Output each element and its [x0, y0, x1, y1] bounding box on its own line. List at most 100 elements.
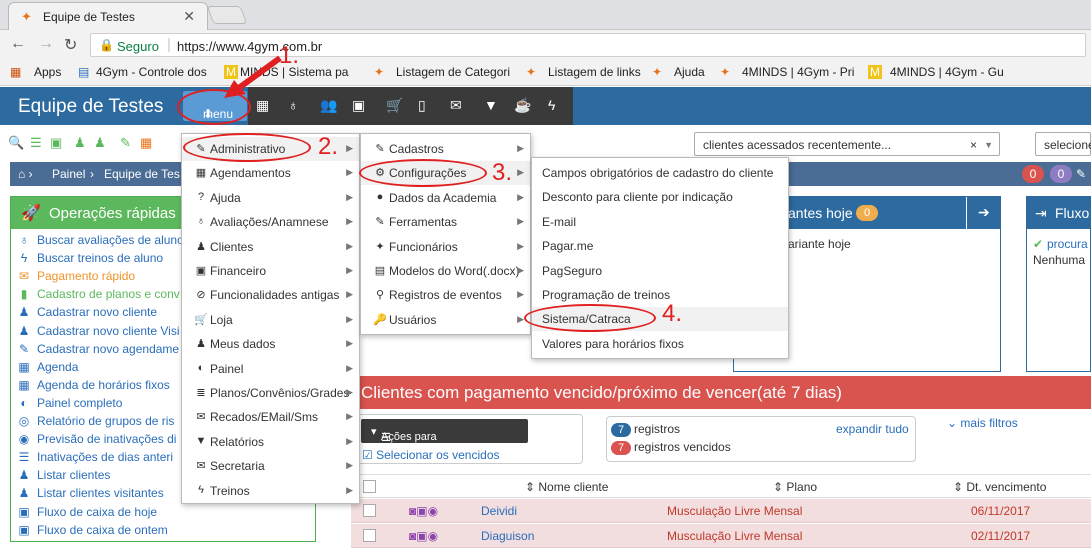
quick-op-buscar-avaliacoes-de-aluno[interactable]: ♁ Buscar avaliações de aluno — [15, 233, 184, 247]
status-badge[interactable]: 0 — [1050, 165, 1072, 183]
breadcrumb-item[interactable]: Painel — [52, 167, 85, 181]
menu-item-clientes[interactable]: ♟ Clientes ▶ — [182, 235, 359, 259]
menu-item-valores-para-horarios-fixos[interactable]: Valores para horários fixos — [532, 332, 788, 356]
menu-item-planos-convenios-grades[interactable]: ≣ Planos/Convênios/Grades ▶ — [182, 381, 359, 405]
actions-button[interactable]: ☰ Ações para selecionados ▾ — [361, 419, 528, 455]
menu-item-pagseguro[interactable]: PagSeguro — [532, 259, 788, 283]
file-icon[interactable]: ▯ — [418, 97, 426, 114]
menu-item-relatorios[interactable]: ▼ Relatórios ▶ — [182, 430, 359, 454]
more-filters-link[interactable]: ⌄ mais filtros — [947, 416, 1018, 430]
menu-item-secretaria[interactable]: ✉ Secretaria ▶ — [182, 454, 359, 478]
search-icon[interactable]: 🔍 — [8, 135, 24, 151]
bolt-icon[interactable]: ϟ — [548, 97, 555, 113]
quick-op-pagamento-rapido[interactable]: ✉ Pagamento rápido — [15, 269, 135, 283]
menu-item-ferramentas[interactable]: ✎ Ferramentas ▶ — [361, 210, 530, 234]
camera-icon[interactable]: ◙▣◉ — [409, 504, 438, 518]
pencil-icon[interactable]: ✎ — [120, 135, 131, 151]
quick-op-cadastrar-novo-cliente-visi[interactable]: ♟ Cadastrar novo cliente Visi — [15, 324, 180, 338]
select-all-checkbox[interactable] — [363, 480, 376, 493]
quick-op-cadastrar-novo-agendame[interactable]: ✎ Cadastrar novo agendame — [15, 342, 179, 356]
new-tab-button[interactable] — [206, 6, 248, 24]
forward-icon[interactable]: → — [38, 35, 54, 53]
menu-item-meus-dados[interactable]: ♟ Meus dados ▶ — [182, 332, 359, 356]
status-badge[interactable]: 0 — [1022, 165, 1044, 183]
quick-op-fluxo-de-caixa-de-hoje[interactable]: ▣ Fluxo de caixa de hoje — [15, 505, 157, 519]
brand-title[interactable]: Equipe de Testes — [18, 96, 163, 118]
quick-op-cadastro-de-planos-e-conv[interactable]: ▮ Cadastro de planos e conv — [15, 287, 180, 301]
expand-all-link[interactable]: expandir tudo — [836, 422, 909, 436]
menu-item-cadastros[interactable]: ✎ Cadastros ▶ — [361, 137, 530, 161]
quick-op-agenda-de-horarios-fixos[interactable]: ▦ Agenda de horários fixos — [15, 378, 169, 392]
menu-item-agendamentos[interactable]: ▦ Agendamentos ▶ — [182, 161, 359, 185]
quick-op-painel-completo[interactable]: ◐ Painel completo — [15, 396, 122, 410]
list-icon[interactable]: ☰ — [30, 135, 42, 151]
quick-op-previsao-de-inativacoes-di[interactable]: ◉ Previsão de inativações di — [15, 432, 177, 446]
breadcrumb-item[interactable]: Equipe de Tes — [104, 167, 180, 181]
arrow-right-icon[interactable]: ➔ — [978, 204, 990, 221]
quick-op-relatorio-de-grupos-de-ris[interactable]: ◎ Relatório de grupos de ris — [15, 414, 175, 428]
quick-op-cadastrar-novo-cliente[interactable]: ♟ Cadastrar novo cliente — [15, 305, 157, 319]
bookmark-categorias[interactable]: Listagem de Categori — [396, 65, 510, 79]
home-icon[interactable]: ⌂ › — [18, 167, 33, 181]
back-icon[interactable]: ← — [10, 35, 26, 53]
menu-item-modelos-do-word-docx[interactable]: ▤ Modelos do Word(.docx) ▶ — [361, 259, 530, 283]
menu-item-treinos[interactable]: ϟ Treinos ▶ — [182, 479, 359, 503]
pencil-icon[interactable]: ✎ — [1076, 167, 1086, 181]
envelope-icon[interactable]: ✉ — [450, 97, 462, 114]
table-row[interactable]: ◙▣◉ Deividi Musculação Livre Mensal 06/1… — [351, 499, 1091, 523]
money-icon[interactable]: ▣ — [352, 97, 365, 114]
client-name[interactable]: Deividi — [481, 504, 517, 518]
quick-op-agenda[interactable]: ▦ Agenda — [15, 360, 78, 374]
users-icon[interactable]: 👥 — [320, 97, 337, 114]
table-row[interactable]: ◙▣◉ Diaguison Musculação Livre Mensal 02… — [351, 524, 1091, 548]
menu-item-funcionalidades-antigas[interactable]: ⊘ Funcionalidades antigas ▶ — [182, 283, 359, 307]
client-name[interactable]: Diaguison — [481, 529, 534, 543]
quick-op-listar-clientes[interactable]: ♟ Listar clientes — [15, 468, 111, 482]
column-header-date[interactable]: ⇕ Dt. vencimento — [953, 480, 1046, 494]
quick-op-fluxo-de-caixa-de-ontem[interactable]: ▣ Fluxo de caixa de ontem — [15, 523, 167, 537]
menu-item-avaliacoes-anamnese[interactable]: ♁ Avaliações/Anamnese ▶ — [182, 210, 359, 234]
camera-icon[interactable]: ◙▣◉ — [409, 529, 438, 543]
column-header-plan[interactable]: ⇕ Plano — [773, 480, 817, 494]
menu-item-recados-email-sms[interactable]: ✉ Recados/EMail/Sms ▶ — [182, 405, 359, 429]
close-tab-icon[interactable]: ✕ — [183, 8, 195, 25]
quick-op-buscar-treinos-de-aluno[interactable]: ϟ Buscar treinos de aluno — [15, 251, 163, 265]
menu-item-desconto-para-cliente-por-indicacao[interactable]: Desconto para cliente por indicação — [532, 185, 788, 209]
column-header-name[interactable]: ⇕ Nome cliente — [525, 480, 608, 494]
bookmark-4gym[interactable]: 4Gym - Controle dos — [96, 65, 207, 79]
generic-select[interactable]: selecione — [1035, 132, 1091, 156]
cart-icon[interactable]: 🛒 — [386, 97, 403, 114]
row-checkbox[interactable] — [363, 504, 376, 517]
calendar-icon[interactable]: ▦ — [140, 135, 152, 151]
quick-op-listar-clientes-visitantes[interactable]: ♟ Listar clientes visitantes — [15, 486, 164, 500]
menu-item-usuarios[interactable]: 🔑 Usuários ▶ — [361, 308, 530, 332]
bookmark-4minds-pri[interactable]: 4MINDS | 4Gym - Pri — [742, 65, 854, 79]
user-icon[interactable]: ♟ — [74, 135, 86, 151]
bookmark-4minds-gu[interactable]: 4MINDS | 4Gym - Gu — [890, 65, 1004, 79]
bookmark-ajuda[interactable]: Ajuda — [674, 65, 705, 79]
bookmark-links[interactable]: Listagem de links — [548, 65, 641, 79]
menu-item-ajuda[interactable]: ? Ajuda ▶ — [182, 186, 359, 210]
bookmark-apps[interactable]: Apps — [34, 65, 61, 79]
users-icon[interactable]: ♟ — [94, 135, 106, 151]
menu-item-financeiro[interactable]: ▣ Financeiro ▶ — [182, 259, 359, 283]
filter-icon[interactable]: ▼ — [484, 97, 498, 113]
menu-item-e-mail[interactable]: E-mail — [532, 210, 788, 234]
menu-item-loja[interactable]: 🛒 Loja ▶ — [182, 308, 359, 332]
clear-icon[interactable]: × — [970, 138, 977, 152]
menu-item-campos-obrigatorios-de-cadastro-do-cliente[interactable]: Campos obrigatórios de cadastro do clien… — [532, 161, 788, 185]
menu-item-pagar-me[interactable]: Pagar.me — [532, 234, 788, 258]
menu-item-funcionarios[interactable]: ✦ Funcionários ▶ — [361, 235, 530, 259]
menu-item-painel[interactable]: ◐ Painel ▶ — [182, 357, 359, 381]
money-icon[interactable]: ▣ — [50, 135, 62, 151]
menu-item-registros-de-eventos[interactable]: ⚲ Registros de eventos ▶ — [361, 283, 530, 307]
stethoscope-icon[interactable]: ♁ — [288, 97, 299, 113]
menu-item-programacao-de-treinos[interactable]: Programação de treinos — [532, 283, 788, 307]
select-overdue-checkbox[interactable]: ☑ Selecionar os vencidos — [362, 448, 500, 462]
menu-item-dados-da-academia[interactable]: ● Dados da Academia ▶ — [361, 186, 530, 210]
recent-clients-select[interactable]: clientes acessados recentemente... × ▼ — [694, 132, 1000, 156]
cashflow-link[interactable]: procura — [1047, 237, 1088, 251]
coffee-icon[interactable]: ☕ — [514, 97, 531, 114]
reload-icon[interactable]: ↻ — [64, 35, 77, 55]
browser-tab[interactable]: ✦ Equipe de Testes ✕ — [8, 2, 208, 30]
